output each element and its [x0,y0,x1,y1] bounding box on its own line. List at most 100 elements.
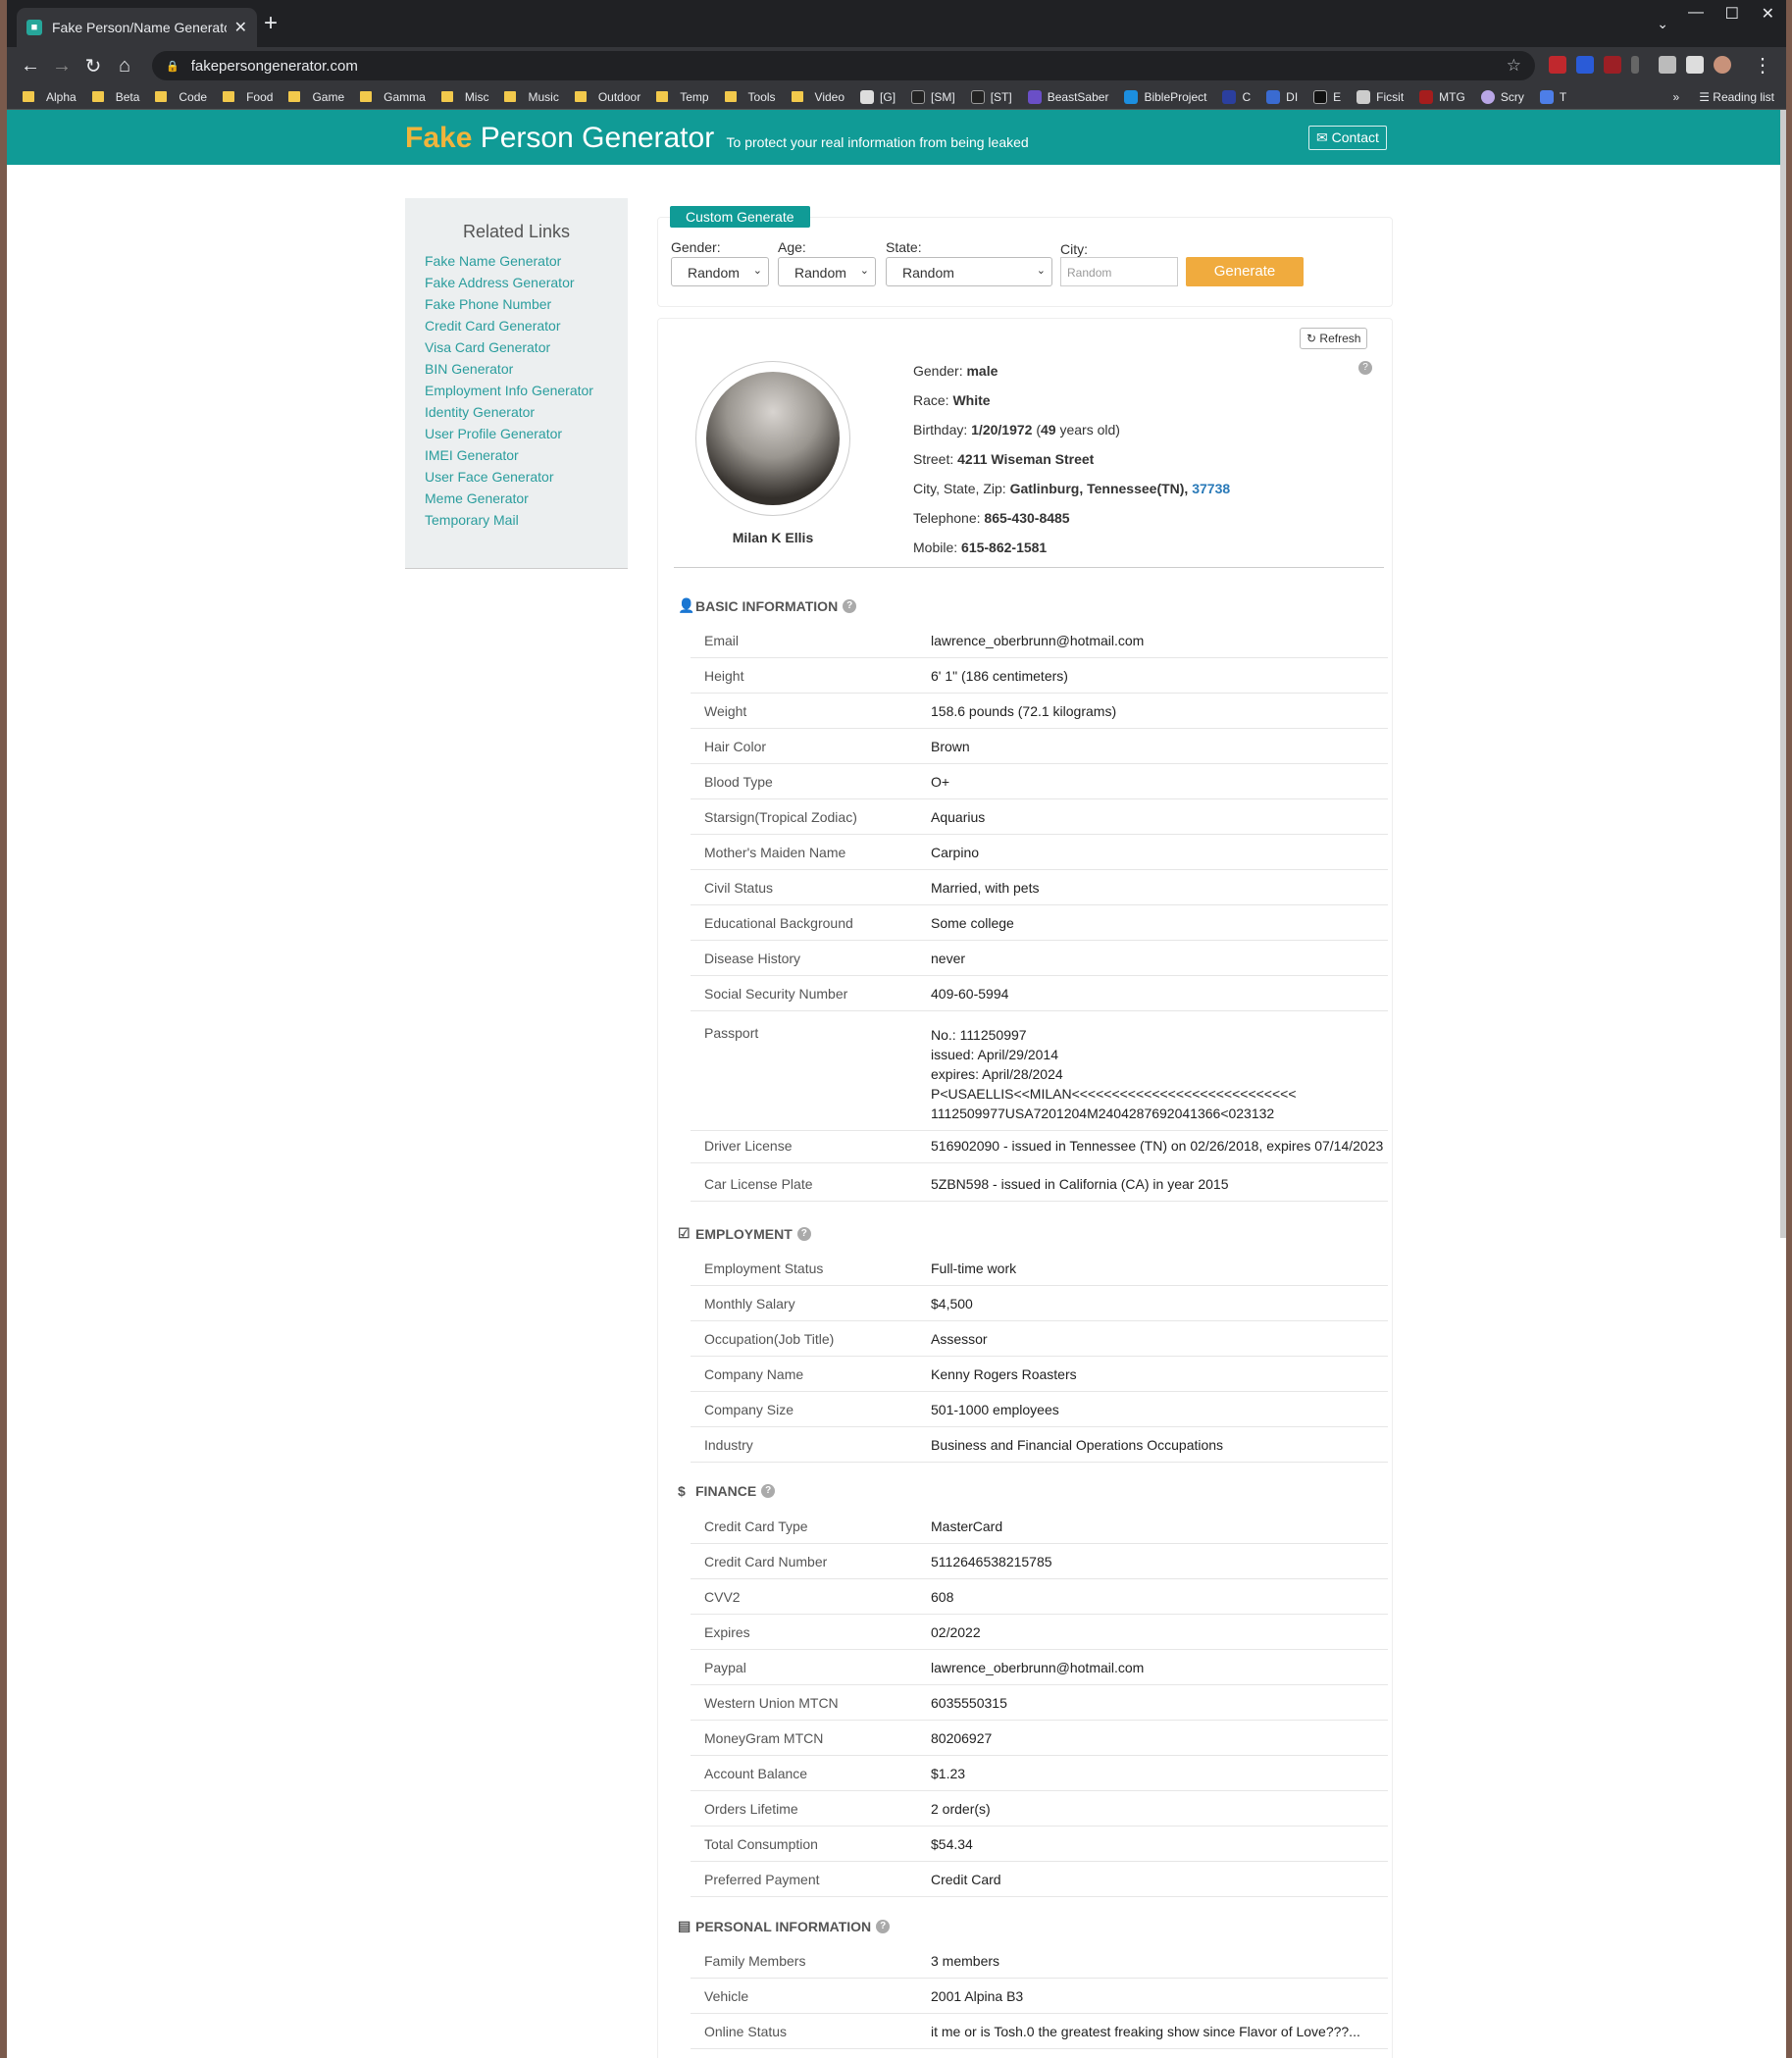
sidebar-link[interactable]: Employment Info Generator [405,380,628,401]
site-tagline: To protect your real information from be… [726,134,1029,150]
contact-button[interactable]: ✉ Contact [1308,126,1387,150]
bookmark-folder[interactable]: Game [288,90,344,104]
bookmark-link[interactable]: Scry [1480,89,1524,104]
address-bar[interactable]: 🔒 fakepersongenerator.com ☆ [152,51,1535,80]
extensions-puzzle-icon[interactable] [1659,56,1676,74]
reading-list-button[interactable]: » ☰ Reading list [1672,90,1774,104]
field-value: never [931,951,966,966]
sidebar-link[interactable]: Meme Generator [405,488,628,509]
bookmark-link[interactable]: T [1539,89,1566,104]
bookmark-favicon-icon [1357,89,1371,104]
folder-icon [360,91,373,102]
table-row: Preferred Payment Credit Card [691,1862,1388,1897]
sidebar-link[interactable]: BIN Generator [405,358,628,380]
extension-icon[interactable] [1631,56,1639,74]
field-label: Educational Background [704,915,853,931]
help-icon[interactable]: ? [761,1484,776,1498]
bookmark-folder[interactable]: Food [223,90,273,104]
home-icon[interactable]: ⌂ [109,55,140,77]
sidebar-link[interactable]: User Profile Generator [405,423,628,444]
profile-avatar-icon[interactable] [1714,56,1731,74]
field-label: Weight [704,703,747,719]
sidebar-link[interactable]: Fake Name Generator [405,250,628,272]
field-label: Expires [704,1624,750,1640]
bookmark-link[interactable]: BibleProject [1124,89,1206,104]
sidebar-link[interactable]: User Face Generator [405,466,628,488]
section-finance: $ FINANCE? [678,1483,776,1499]
site-brand[interactable]: Fake Person Generator To protect your re… [405,122,1029,155]
folder-icon [504,91,517,102]
zip-link[interactable]: 37738 [1192,481,1230,496]
bookmark-folder[interactable]: Misc [440,90,488,104]
field-value: Married, with pets [931,880,1040,896]
field-label: Credit Card Number [704,1554,828,1569]
bookmark-folder[interactable]: Alpha [23,90,77,104]
help-icon[interactable]: ? [876,1919,891,1933]
chrome-menu-icon[interactable]: ⋮ [1753,53,1772,77]
bookmark-link[interactable]: C [1222,89,1251,104]
city-input[interactable]: Random [1060,257,1178,286]
extension-icon[interactable] [1549,56,1566,74]
state-select[interactable]: Random ⌄ [886,257,1052,286]
sidebar-link[interactable]: Fake Phone Number [405,293,628,315]
bookmark-folder[interactable]: Temp [656,90,709,104]
person-name: Milan K Ellis [732,530,814,545]
maximize-icon[interactable]: ☐ [1725,4,1739,24]
reading-list-icon: ☰ [1699,90,1710,104]
media-icon[interactable] [1686,56,1704,74]
field-value: Credit Card [931,1872,1001,1887]
tab-search-icon[interactable]: ⌄ [1657,16,1668,32]
extension-icon[interactable] [1576,56,1594,74]
help-icon[interactable]: ? [1358,361,1372,375]
bookmark-star-icon[interactable]: ☆ [1507,56,1521,76]
minimize-icon[interactable]: — [1688,4,1704,22]
field-label: Employment Status [704,1261,824,1276]
sidebar-link[interactable]: IMEI Generator [405,444,628,466]
bookmark-link[interactable]: MTG [1419,89,1465,104]
sidebar-link[interactable]: Fake Address Generator [405,272,628,293]
refresh-button[interactable]: ↻ Refresh [1300,328,1368,349]
bookmark-folder[interactable]: Video [791,90,845,104]
bookmark-link[interactable]: [SM] [911,89,955,104]
field-value: 2001 Alpina B3 [931,1988,1024,2004]
close-tab-icon[interactable]: ✕ [234,18,247,37]
generate-button[interactable]: Generate [1186,257,1304,286]
bookmark-link[interactable]: E [1313,89,1341,104]
back-icon[interactable]: ← [15,55,46,77]
bookmark-folder[interactable]: Beta [91,90,139,104]
table-row: Company Size 501-1000 employees [691,1392,1388,1427]
bookmark-link[interactable]: BeastSaber [1027,89,1108,104]
overflow-chevron-icon[interactable]: » [1672,90,1679,104]
reload-icon[interactable]: ↻ [77,54,109,78]
new-tab-icon[interactable]: + [264,10,278,37]
help-icon[interactable]: ? [843,598,857,613]
bookmark-link[interactable]: [ST] [970,89,1012,104]
sidebar-link[interactable]: Credit Card Generator [405,315,628,336]
bookmark-folder[interactable]: Music [504,90,559,104]
age-label: Age: [778,239,806,255]
gender-select[interactable]: Random ⌄ [671,257,769,286]
sidebar-link[interactable]: Identity Generator [405,401,628,423]
bookmark-folder[interactable]: Outdoor [574,90,640,104]
table-row: Family Members 3 members [691,1943,1388,1979]
bookmark-link[interactable]: DI [1266,89,1298,104]
sidebar-link[interactable]: Temporary Mail [405,509,628,531]
bookmark-link[interactable]: Ficsit [1357,89,1404,104]
sidebar-link[interactable]: Visa Card Generator [405,336,628,358]
scrollbar[interactable] [1780,110,1786,1238]
field-value: 2 order(s) [931,1801,991,1817]
document-icon: ▤ [678,1918,691,1933]
window-close-icon[interactable]: ✕ [1762,4,1774,24]
age-select[interactable]: Random ⌄ [778,257,876,286]
bookmark-link[interactable]: [G] [860,89,896,104]
folder-icon [223,91,235,102]
table-row: Company Name Kenny Rogers Roasters [691,1357,1388,1392]
bookmark-folder[interactable]: Code [155,90,207,104]
bookmark-folder[interactable]: Tools [724,90,776,104]
ublock-icon[interactable] [1604,56,1621,74]
forward-icon[interactable]: → [46,55,77,77]
help-icon[interactable]: ? [796,1226,811,1241]
city-label: City: [1060,241,1088,257]
browser-tab[interactable]: ■ Fake Person/Name Generator | U ✕ [17,8,257,47]
bookmark-folder[interactable]: Gamma [360,90,426,104]
